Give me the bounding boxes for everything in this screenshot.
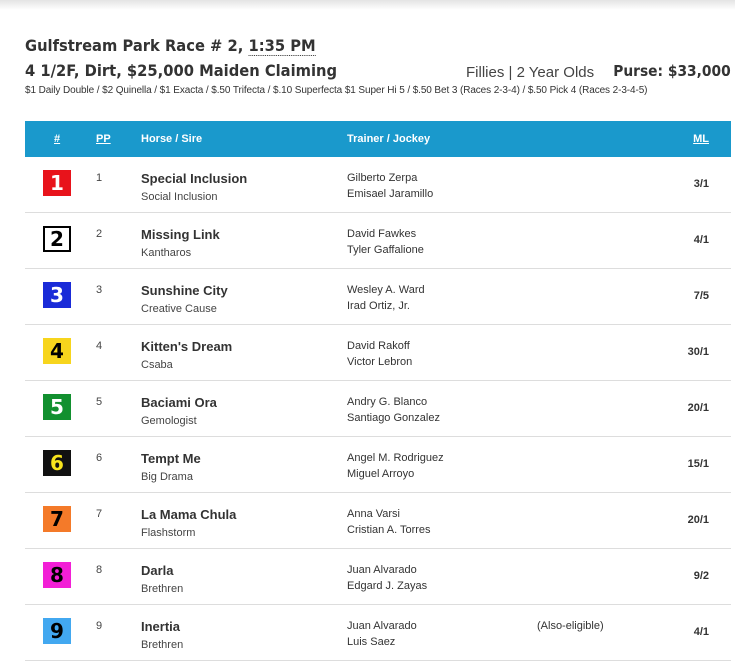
program-number-badge: 2	[43, 226, 71, 252]
horse-name[interactable]: Sunshine City	[141, 283, 228, 298]
sire-name: Brethren	[141, 639, 184, 651]
program-number-badge: 1	[43, 170, 71, 196]
jockey-name: Tyler Gaffalione	[347, 244, 424, 256]
race-info-row: 4 1/2F, Dirt, $25,000 Maiden Claiming Fi…	[25, 59, 731, 85]
sire-name: Big Drama	[141, 471, 193, 483]
jockey-name: Miguel Arroyo	[347, 468, 415, 480]
race-subtitle: 4 1/2F, Dirt, $25,000 Maiden Claiming	[25, 61, 338, 80]
post-position: 8	[96, 564, 103, 576]
program-number-badge: 4	[43, 338, 71, 364]
sire-name: Creative Cause	[141, 303, 217, 315]
post-position: 7	[96, 508, 103, 520]
col-horse-header: Horse / Sire	[141, 133, 203, 145]
horse-name[interactable]: Darla	[141, 563, 174, 578]
trainer-name: Gilberto Zerpa	[347, 172, 418, 184]
program-number-badge: 3	[43, 282, 71, 308]
race-conditions: Fillies | 2 Year Olds	[466, 64, 595, 81]
post-position: 3	[96, 284, 103, 296]
morning-line-odds: 4/1	[693, 234, 709, 246]
post-position: 4	[96, 340, 103, 352]
morning-line-odds: 30/1	[687, 346, 709, 358]
trainer-name: Anna Varsi	[347, 508, 400, 520]
table-row[interactable]: 4 4 Kitten's Dream Csaba David Rakoff Victor …	[25, 325, 731, 381]
race-title: Gulfstream Park Race # 2, 1:35 PM	[25, 36, 675, 56]
horse-name[interactable]: La Mama Chula	[141, 507, 236, 522]
col-ml-header[interactable]: ML	[693, 133, 709, 145]
post-position: 5	[96, 396, 103, 408]
entry-note: (Also-eligible)	[537, 620, 604, 632]
sire-name: Brethren	[141, 583, 184, 595]
post-time[interactable]: 1:35 PM	[248, 36, 316, 56]
table-row[interactable]: 2 2 Missing Link Kantharos David Fawkes Tyler…	[25, 213, 731, 269]
table-row[interactable]: 7 7 La Mama Chula Flashstorm Anna Varsi Crist…	[25, 493, 731, 549]
sire-name: Gemologist	[141, 415, 197, 427]
sire-name: Social Inclusion	[141, 191, 218, 203]
top-shadow	[0, 0, 735, 10]
jockey-name: Cristian A. Torres	[347, 524, 431, 536]
morning-line-odds: 15/1	[687, 458, 709, 470]
morning-line-odds: 9/2	[693, 570, 709, 582]
table-row[interactable]: 8 8 Darla Brethren Juan Alvarado Edgard J. Za…	[25, 549, 731, 605]
sire-name: Flashstorm	[141, 527, 196, 539]
entries-table: # PP Horse / Sire Trainer / Jockey ML 11…	[25, 121, 731, 661]
trainer-name: David Rakoff	[347, 340, 410, 352]
jockey-name: Emisael Jaramillo	[347, 188, 434, 200]
horse-name[interactable]: Inertia	[141, 619, 180, 634]
wager-list: $1 Daily Double / $2 Quinella / $1 Exact…	[25, 85, 648, 96]
sire-name: Csaba	[141, 359, 173, 371]
table-row[interactable]: 6 6 Tempt Me Big Drama Angel M. Rodriguez Mig…	[25, 437, 731, 493]
jockey-name: Edgard J. Zayas	[347, 580, 428, 592]
trainer-name: Andry G. Blanco	[347, 396, 428, 408]
morning-line-odds: 20/1	[687, 514, 709, 526]
table-body: 1 1 Special Inclusion Social Inclusion Gilbe…	[25, 157, 731, 661]
horse-name[interactable]: Special Inclusion	[141, 171, 247, 186]
morning-line-odds: 7/5	[693, 290, 709, 302]
jockey-name: Luis Saez	[347, 636, 396, 648]
program-number-badge: 7	[43, 506, 71, 532]
post-position: 2	[96, 228, 103, 240]
table-row[interactable]: 5 5 Baciami Ora Gemologist Andry G. Blanco Sa…	[25, 381, 731, 437]
horse-name[interactable]: Kitten's Dream	[141, 339, 232, 354]
table-header: # PP Horse / Sire Trainer / Jockey ML	[25, 121, 731, 157]
morning-line-odds: 4/1	[693, 626, 709, 638]
col-trainer-header: Trainer / Jockey	[347, 133, 431, 145]
jockey-name: Santiago Gonzalez	[347, 412, 440, 424]
horse-name[interactable]: Tempt Me	[141, 451, 201, 466]
horse-name[interactable]: Missing Link	[141, 227, 220, 242]
table-row[interactable]: 9 9 Inertia Brethren Juan Alvarado Luis Saez (…	[25, 605, 731, 661]
jockey-name: Victor Lebron	[347, 356, 413, 368]
col-program-header[interactable]: #	[54, 133, 60, 145]
horse-name[interactable]: Baciami Ora	[141, 395, 217, 410]
post-position: 9	[96, 620, 103, 632]
trainer-name: Wesley A. Ward	[347, 284, 425, 296]
post-position: 6	[96, 452, 103, 464]
post-position: 1	[96, 172, 103, 184]
table-row[interactable]: 3 3 Sunshine City Creative Cause Wesley A. W…	[25, 269, 731, 325]
program-number-badge: 9	[43, 618, 71, 644]
jockey-name: Irad Ortiz, Jr.	[347, 300, 410, 312]
trainer-name: Angel M. Rodriguez	[347, 452, 444, 464]
trainer-name: David Fawkes	[347, 228, 417, 240]
program-number-badge: 8	[43, 562, 71, 588]
col-pp-header[interactable]: PP	[96, 133, 111, 145]
race-title-text: Gulfstream Park Race # 2,	[25, 36, 249, 55]
morning-line-odds: 20/1	[687, 402, 709, 414]
morning-line-odds: 3/1	[693, 178, 709, 190]
trainer-name: Juan Alvarado	[347, 564, 417, 576]
race-header: Gulfstream Park Race # 2, 1:35 PM 4 1/2F…	[25, 36, 731, 96]
trainer-name: Juan Alvarado	[347, 620, 417, 632]
program-number-badge: 6	[43, 450, 71, 476]
table-row[interactable]: 1 1 Special Inclusion Social Inclusion Gilbe…	[25, 157, 731, 213]
race-purse: Purse: $33,000	[613, 62, 731, 80]
sire-name: Kantharos	[141, 247, 192, 259]
program-number-badge: 5	[43, 394, 71, 420]
